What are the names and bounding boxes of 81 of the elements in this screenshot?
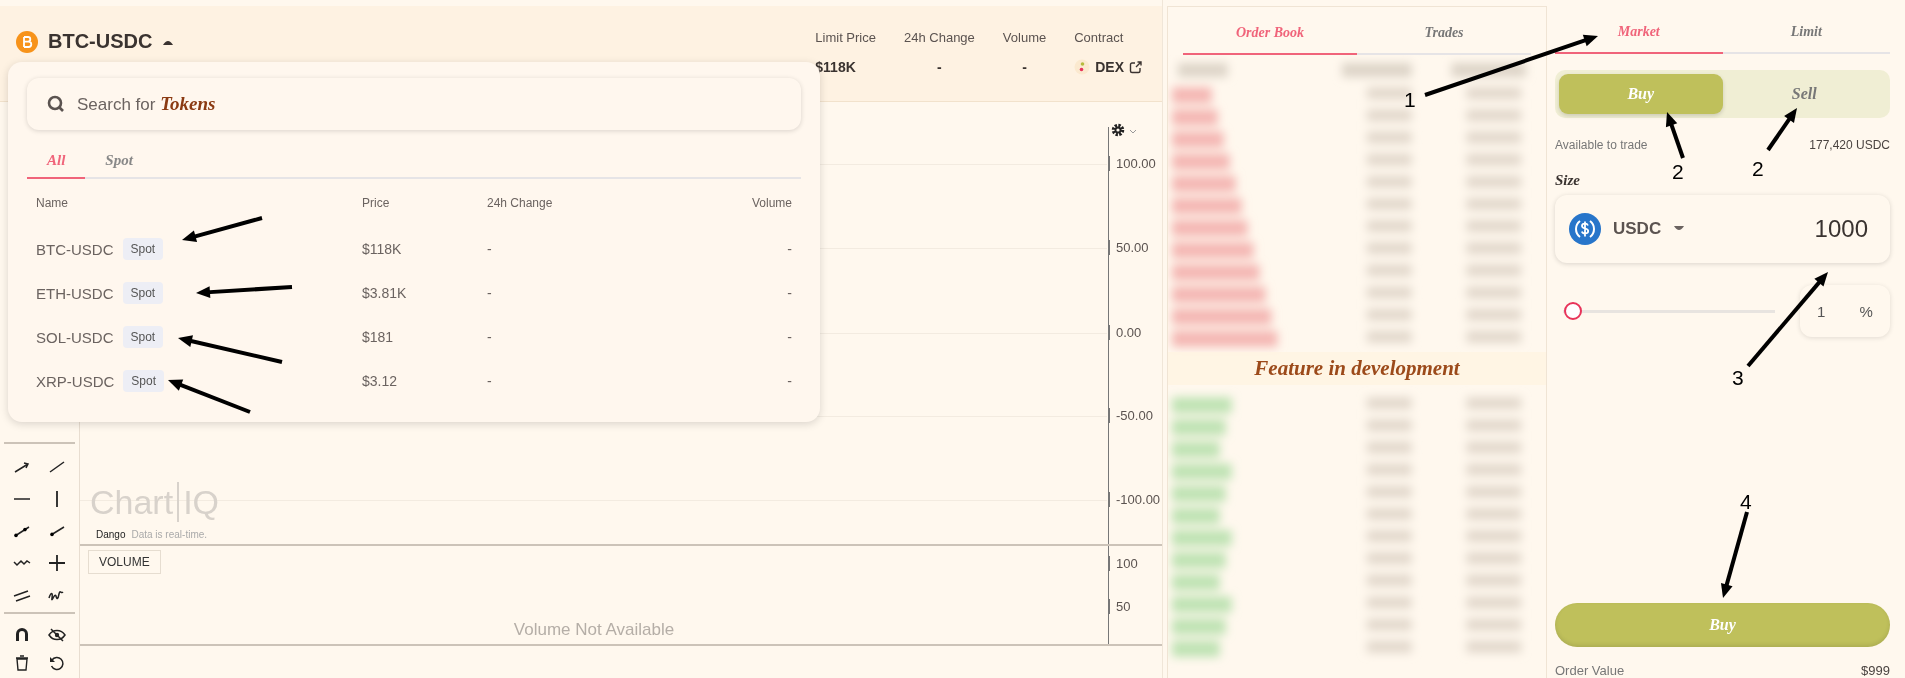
annotation-arrow [1665,112,1685,159]
bitcoin-icon [16,30,38,53]
settings-icon[interactable] [1110,122,1138,138]
table-cell-text: $3.12 [362,373,399,389]
stat-label: 24h Change [904,30,975,45]
order-value: $999 [1861,663,1890,678]
market-type-tag: Spot [122,282,164,304]
pair-title[interactable]: BTC-USDC [48,30,153,53]
annotation-number: 3 [1732,366,1744,390]
side-option[interactable]: Sell [1722,74,1886,114]
percent-value: 1 [1817,302,1826,320]
eye-slash-icon[interactable] [48,626,67,644]
data-status: Data is real-time. [131,529,208,540]
available-value: 177,420 USDC [1809,138,1890,152]
stat-label: Volume [1002,30,1047,45]
annotation-number: 1 [1404,88,1416,112]
market-type-tag: Spot [122,326,164,348]
dango-logo-icon [1074,59,1091,75]
column-header: Volume [750,196,792,210]
stat-label: Limit Price [815,30,876,45]
usdc-coin-icon [1569,213,1601,245]
table-cell-text: $118K [362,241,403,257]
table-cell-text: - [786,329,792,345]
annotation-arrow [1766,108,1797,152]
search-field[interactable]: Search for Tokens [27,78,801,130]
table-cell-text: - [487,241,493,257]
y-axis-label: -50.00 [1109,408,1153,423]
market-type-tag: Spot [122,238,164,260]
y-axis-label: 0.00 [1109,325,1142,340]
undo-icon[interactable] [48,654,67,672]
order-value-label: Order Value [1555,663,1625,678]
external-link-icon[interactable] [1129,60,1142,74]
table-cell-text: - [487,285,493,301]
market-name[interactable]: XRP-USDC [36,372,115,390]
column-header: Price [362,196,391,210]
feature-notice: Feature in development [1168,352,1546,385]
panel-tab[interactable]: Order Book [1183,7,1357,55]
table-cell-text: $3.81K [362,285,408,301]
y-axis-label: 50 [1109,599,1131,614]
table-cell-text: $181 [362,329,395,345]
stat-label: Contract [1074,30,1124,45]
y-axis-label: 100.00 [1109,156,1156,171]
crosshair-icon[interactable] [48,554,67,572]
percent-field[interactable]: 1 % [1800,285,1890,337]
data-source: Dango [96,529,126,540]
stat-value: - [1022,59,1027,75]
search-icon [47,95,65,113]
y-axis-label: 50.00 [1109,240,1149,255]
order-type-tab[interactable]: Limit [1722,6,1890,54]
table-cell-text: - [786,285,792,301]
table-cell-text: - [487,373,493,389]
percent-unit: % [1859,302,1873,320]
stat-value: - [937,59,942,75]
line-tool-icon[interactable] [48,458,67,476]
y-axis-label: -100.00 [1109,492,1161,507]
slider-thumb[interactable] [1564,302,1583,320]
market-name[interactable]: ETH-USDC [36,284,114,302]
filter-tab[interactable]: Spot [85,144,153,179]
annotation-number: 2 [1672,160,1684,184]
caret-down-icon[interactable] [1673,225,1686,233]
market-type-tag: Spot [123,370,165,392]
amount-input[interactable]: 1000 [1697,214,1870,244]
currency-selector[interactable]: USDC [1613,219,1662,239]
table-cell-text: - [786,373,792,389]
panel-tab[interactable]: Trades [1357,7,1531,55]
volume-message: Volume Not Available [512,620,676,640]
table-cell-text: - [487,329,493,345]
filter-tab[interactable]: All [27,144,86,179]
volume-study-button[interactable]: VOLUME [88,550,161,574]
annotation-number: 2 [1752,157,1764,181]
stat-value: $118K [815,59,856,75]
table-cell-text: - [786,241,792,257]
available-label: Available to trade [1555,138,1648,152]
annotation-number: 4 [1740,490,1752,514]
contract-link[interactable]: DEX [1095,59,1124,75]
column-header: Name [36,196,69,210]
size-field[interactable]: USDC 1000 [1555,195,1890,263]
market-name[interactable]: BTC-USDC [36,240,114,258]
column-header: 24h Change [487,196,554,210]
y-axis-label: 100 [1109,556,1138,571]
market-name[interactable]: SOL-USDC [36,328,114,346]
